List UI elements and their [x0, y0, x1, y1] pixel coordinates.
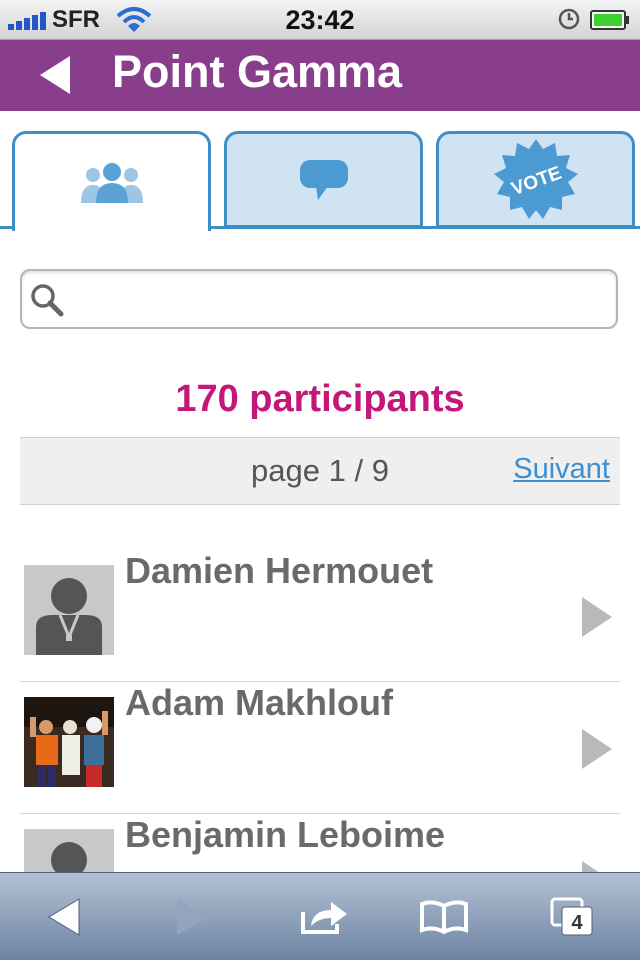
- search-icon: [31, 284, 64, 317]
- status-time: 23:42: [285, 5, 355, 35]
- chevron-right-icon: [582, 729, 612, 769]
- participant-name: Damien Hermouet: [125, 550, 434, 591]
- browser-back-button[interactable]: [24, 873, 104, 961]
- list-item[interactable]: Adam Makhlouf: [20, 682, 620, 814]
- tab-comments[interactable]: [224, 131, 423, 228]
- search-box: [20, 269, 618, 329]
- chevron-right-icon: [582, 597, 612, 637]
- forward-icon: [177, 899, 207, 935]
- participant-name: Adam Makhlouf: [125, 682, 394, 723]
- back-arrow-icon[interactable]: [38, 54, 72, 96]
- share-icon: [301, 902, 347, 934]
- bookmarks-icon: [420, 900, 468, 934]
- status-bar: SFR 23:42: [0, 0, 640, 40]
- next-page-link[interactable]: Suivant: [513, 453, 610, 486]
- search-input[interactable]: [70, 279, 604, 321]
- tab-participants[interactable]: [12, 131, 211, 231]
- list-item[interactable]: Damien Hermouet: [20, 550, 620, 682]
- battery-icon: [590, 10, 629, 30]
- participants-count: 170 participants: [175, 378, 465, 420]
- participants-icon: [80, 162, 143, 203]
- default-avatar: [24, 565, 114, 655]
- share-button[interactable]: [284, 873, 364, 961]
- vote-badge-icon: VOTE: [493, 138, 578, 219]
- photo-avatar: [24, 697, 114, 787]
- browser-forward-button[interactable]: [152, 873, 232, 961]
- tab-vote[interactable]: VOTE: [436, 131, 635, 228]
- tabs-icon: 4: [550, 897, 593, 936]
- rotation-lock-icon: [558, 8, 580, 30]
- browser-toolbar: 4: [0, 872, 640, 960]
- tabs-count: 4: [571, 912, 583, 934]
- bookmarks-button[interactable]: [404, 873, 484, 961]
- participant-name: Benjamin Leboime: [125, 814, 446, 855]
- page-title: Point Gamma: [112, 46, 403, 97]
- app-header: Point Gamma: [0, 40, 640, 111]
- back-icon: [48, 898, 80, 936]
- tabs-button[interactable]: 4: [532, 873, 612, 961]
- pager: page 1 / 9 Suivant: [20, 437, 620, 505]
- tab-divider: [0, 226, 12, 229]
- comment-bubble-icon: [299, 159, 348, 200]
- tab-divider: [211, 226, 640, 229]
